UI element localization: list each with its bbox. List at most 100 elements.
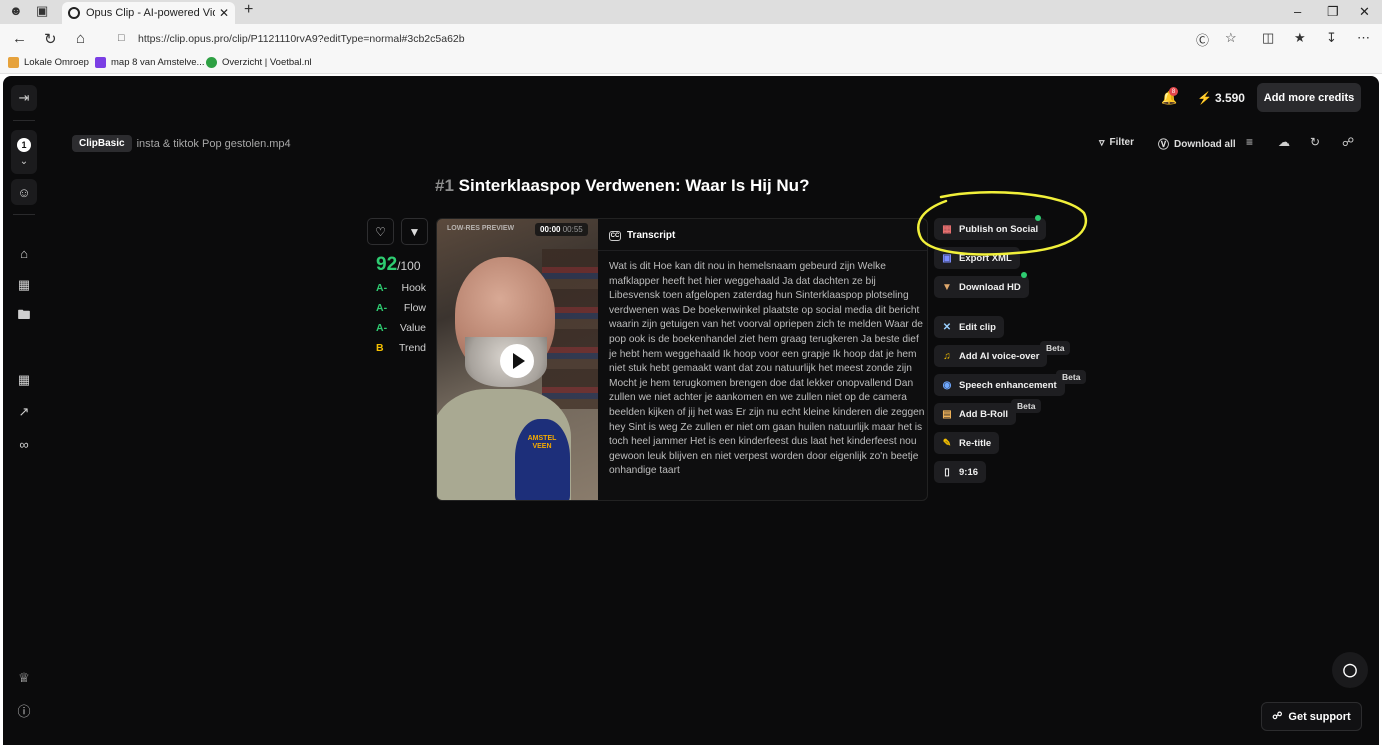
page-selector[interactable]: 1 ⌄	[11, 130, 37, 174]
credits-value: 3.590	[1214, 91, 1245, 105]
microphone-icon: ◉	[942, 379, 952, 391]
add-b-roll-button[interactable]: ▤ Add B-Roll	[934, 403, 1017, 425]
voetbal-icon	[206, 57, 217, 68]
browser-tab[interactable]: Opus Clip - AI-powered Video Re ✕	[62, 2, 235, 24]
clip-title: #1 Sinterklaaspop Verdwenen: Waar Is Hij…	[435, 176, 809, 196]
action-label: Add AI voice-over	[959, 350, 1040, 362]
get-support-button[interactable]: ☍ Get support	[1261, 702, 1362, 731]
refresh-icon[interactable]: ↻	[1310, 135, 1320, 149]
divider	[13, 214, 35, 215]
grade-row: A- Hook	[376, 282, 426, 294]
download-all-label: Download all	[1174, 138, 1236, 150]
highlight-annotation	[917, 191, 1088, 256]
minimize-icon[interactable]: –	[1294, 4, 1301, 19]
add-ai-voice-over-button[interactable]: ♫ Add AI voice-over	[934, 345, 1048, 367]
clip-title-text: Sinterklaaspop Verdwenen: Waar Is Hij Nu…	[458, 176, 810, 195]
split-screen-icon[interactable]: ◫	[1262, 30, 1274, 46]
download-circle-icon: Ⓥ	[1158, 139, 1169, 151]
calendar-icon[interactable]: ▦	[11, 367, 37, 393]
lightning-icon: ⚡	[1197, 91, 1212, 105]
chevron-down-icon: ⌄	[19, 155, 29, 167]
home-icon[interactable]: ⌂	[76, 30, 85, 47]
crown-icon[interactable]: ♕	[11, 665, 37, 691]
opus-lens-button[interactable]: ◯	[1332, 652, 1368, 688]
clip-number: #1	[435, 176, 454, 195]
bookmark-item[interactable]: map 8 van Amstelve...	[95, 57, 204, 68]
divider	[598, 250, 927, 251]
url-field[interactable]: □ https://clip.opus.pro/clip/P1121110rvA…	[108, 28, 1248, 50]
captions-icon: CC	[609, 230, 621, 241]
bookmark-label: map 8 van Amstelve...	[111, 57, 205, 68]
notification-badge: 8	[1169, 87, 1178, 96]
add-user-icon[interactable]: ☺	[11, 179, 37, 205]
grade-value: A-	[376, 302, 388, 314]
link-icon[interactable]: ∞	[11, 431, 37, 457]
edit-clip-button[interactable]: ✕ Edit clip	[934, 316, 1004, 338]
filter-icon: ▿	[1099, 137, 1105, 149]
profile-icon[interactable]: ☻	[9, 3, 23, 18]
back-icon[interactable]: ←	[12, 30, 27, 47]
cloud-upload-icon[interactable]: ☁	[1278, 135, 1290, 149]
play-button[interactable]	[500, 344, 534, 378]
tab-actions-icon[interactable]: ▣	[36, 3, 48, 19]
filter-button[interactable]: ▿ Filter	[1099, 136, 1134, 149]
new-tab-icon[interactable]: +	[244, 1, 253, 19]
credits-display: ⚡ 3.590	[1197, 91, 1245, 105]
share-icon[interactable]: ☍	[1342, 135, 1354, 149]
action-label: Download HD	[959, 281, 1021, 293]
video-player[interactable]: AMSTEL VEEN LOW-RES PREVIEW 00:00 00:55	[437, 219, 598, 500]
favorite-star-icon[interactable]: ☆	[1225, 30, 1237, 46]
restore-icon[interactable]: ❐	[1327, 4, 1339, 20]
help-icon[interactable]: ⓘ	[11, 697, 37, 723]
bookmark-item[interactable]: Lokale Omroep	[8, 57, 89, 68]
translate-icon[interactable]: Ⓒ	[1196, 30, 1209, 49]
divider	[13, 120, 35, 121]
heart-icon: ♡	[375, 224, 386, 239]
action-label: Re-title	[959, 437, 992, 449]
film-icon: ▤	[942, 408, 952, 420]
score-max: /100	[397, 259, 421, 273]
grade-row: A- Value	[376, 322, 426, 334]
dislike-button[interactable]: ▼	[401, 218, 428, 245]
more-menu-icon[interactable]: ⋯	[1357, 30, 1370, 46]
transcript-label: Transcript	[627, 230, 676, 241]
pencil-icon: ✎	[942, 437, 952, 449]
re-title-button[interactable]: ✎ Re-title	[934, 432, 1000, 454]
aspect-ratio-button[interactable]: ▯ 9:16	[934, 461, 987, 483]
favorites-icon[interactable]: ★	[1294, 30, 1306, 46]
browser-tab-bar: ☻ ▣ Opus Clip - AI-powered Video Re ✕ + …	[0, 0, 1382, 24]
lock-icon[interactable]: □	[118, 32, 125, 44]
home-nav-icon[interactable]: ⌂	[11, 240, 37, 266]
transcript-header: CC Transcript	[609, 230, 675, 241]
reload-icon[interactable]: ↻	[44, 30, 57, 48]
grade-row: A- Flow	[376, 302, 426, 314]
download-hd-button[interactable]: ▼ Download HD	[934, 276, 1029, 298]
time-total: 00:55	[562, 225, 583, 234]
page-number: 1	[17, 137, 31, 152]
grade-value: A-	[376, 282, 388, 294]
grade-value: B	[376, 342, 384, 354]
url-text: https://clip.opus.pro/clip/P1121110rvA9?…	[138, 33, 465, 45]
apps-grid-icon[interactable]: ▦	[11, 272, 37, 298]
analytics-icon[interactable]: ↗	[11, 399, 37, 425]
speech-enhancement-button[interactable]: ◉ Speech enhancement	[934, 374, 1065, 396]
time-current: 00:00	[540, 225, 561, 234]
sort-icon[interactable]: ≡	[1246, 135, 1253, 149]
close-tab-icon[interactable]: ✕	[219, 6, 229, 20]
sidebar: ⇥ 1 ⌄ ☺ ⌂ ▦ 🖿 ▦ ↗ ∞ ♕ ⓘ	[3, 76, 46, 745]
grade-row: B Trend	[376, 342, 426, 354]
transcript-text: Wat is dit Hoe kan dit nou in hemelsnaam…	[609, 261, 925, 477]
folder-nav-icon[interactable]: 🖿	[11, 304, 37, 330]
filter-label: Filter	[1109, 137, 1134, 148]
like-button[interactable]: ♡	[367, 218, 394, 245]
close-window-icon[interactable]: ✕	[1359, 4, 1370, 20]
grade-label: Flow	[403, 302, 426, 314]
status-dot	[1021, 272, 1027, 278]
download-all-button[interactable]: Ⓥ Download all	[1158, 136, 1236, 152]
address-bar-row: ← ↻ ⌂ □ https://clip.opus.pro/clip/P1121…	[0, 24, 1382, 53]
expand-sidebar-icon[interactable]: ⇥	[11, 85, 37, 111]
bookmark-item[interactable]: Overzicht | Voetbal.nl	[206, 57, 312, 68]
downloads-icon[interactable]: ↧	[1326, 30, 1337, 46]
add-more-credits-button[interactable]: Add more credits	[1257, 83, 1361, 112]
clip-basic-pill: ClipBasic	[72, 135, 132, 152]
